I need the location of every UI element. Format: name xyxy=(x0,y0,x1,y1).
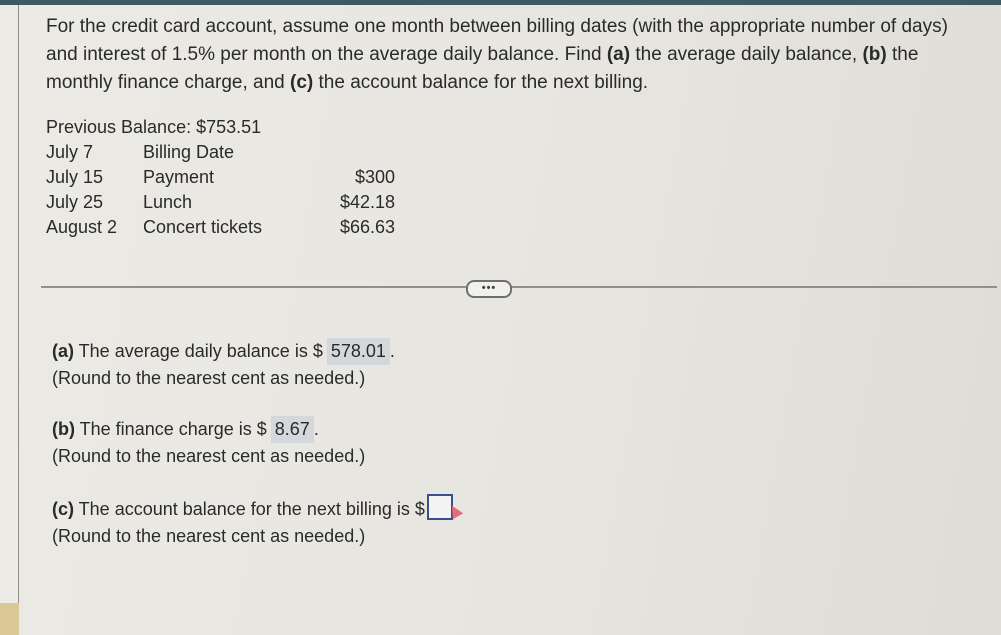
answer-c-hint: (Round to the nearest cent as needed.) xyxy=(52,526,366,546)
section-divider xyxy=(41,286,997,288)
row-date: July 15 xyxy=(46,167,104,187)
row-description: Concert tickets xyxy=(143,217,263,237)
account-statement: Previous Balance: $753.51 July 7 Billing… xyxy=(46,115,395,240)
part-c-label: (c) xyxy=(290,72,314,93)
row-amount: $300 xyxy=(354,167,395,187)
question-panel: For the credit card account, assume one … xyxy=(19,5,1001,635)
part-a-label: (a) xyxy=(606,44,631,65)
previous-balance: Previous Balance: $753.51 xyxy=(46,117,262,137)
answer-a-suffix: . xyxy=(389,341,395,361)
row-description: Lunch xyxy=(143,192,193,212)
expand-more-button[interactable]: ••• xyxy=(466,280,512,298)
statement-row: July 25 Lunch $42.18 xyxy=(46,190,395,215)
answers-section: (a) The average daily balance is $578.01… xyxy=(52,338,464,574)
answer-a: (a) The average daily balance is $578.01… xyxy=(52,338,461,392)
row-date: August 2 xyxy=(46,217,118,237)
row-description: Payment xyxy=(143,167,215,187)
answer-b-suffix: . xyxy=(313,419,319,439)
part-b-label: (b) xyxy=(862,44,887,65)
answer-a-input[interactable]: 578.01 xyxy=(326,338,390,365)
answer-a-hint: (Round to the nearest cent as needed.) xyxy=(52,368,366,388)
answer-b-input[interactable]: 8.67 xyxy=(270,416,314,443)
row-date: July 25 xyxy=(46,192,104,212)
answer-a-label: (a) xyxy=(52,341,74,361)
row-amount: $42.18 xyxy=(339,192,395,212)
row-amount: $66.63 xyxy=(339,217,395,237)
row-date: July 7 xyxy=(46,142,94,162)
answer-c-label: (c) xyxy=(52,499,74,519)
answer-c: (c) The account balance for the next bil… xyxy=(52,494,464,550)
row-description: Billing Date xyxy=(143,142,235,162)
answer-a-text: The average daily balance is $ xyxy=(74,341,323,361)
statement-row: July 15 Payment $300 xyxy=(46,165,395,190)
problem-text-2: the average daily balance, xyxy=(630,44,863,65)
statement-row: July 7 Billing Date xyxy=(46,140,395,165)
left-rail xyxy=(0,5,30,635)
problem-text: For the credit card account, assume one … xyxy=(46,13,966,97)
statement-row: August 2 Concert tickets $66.63 xyxy=(46,215,395,240)
answer-b-label: (b) xyxy=(52,419,75,439)
problem-text-4: the account balance for the next billing… xyxy=(313,72,649,93)
answer-b: (b) The finance charge is $8.67. (Round … xyxy=(52,416,461,470)
row-amount xyxy=(308,140,395,165)
answer-b-text: The finance charge is $ xyxy=(74,419,267,439)
answer-c-text: The account balance for the next billing… xyxy=(74,499,425,519)
answer-b-hint: (Round to the nearest cent as needed.) xyxy=(52,446,366,466)
